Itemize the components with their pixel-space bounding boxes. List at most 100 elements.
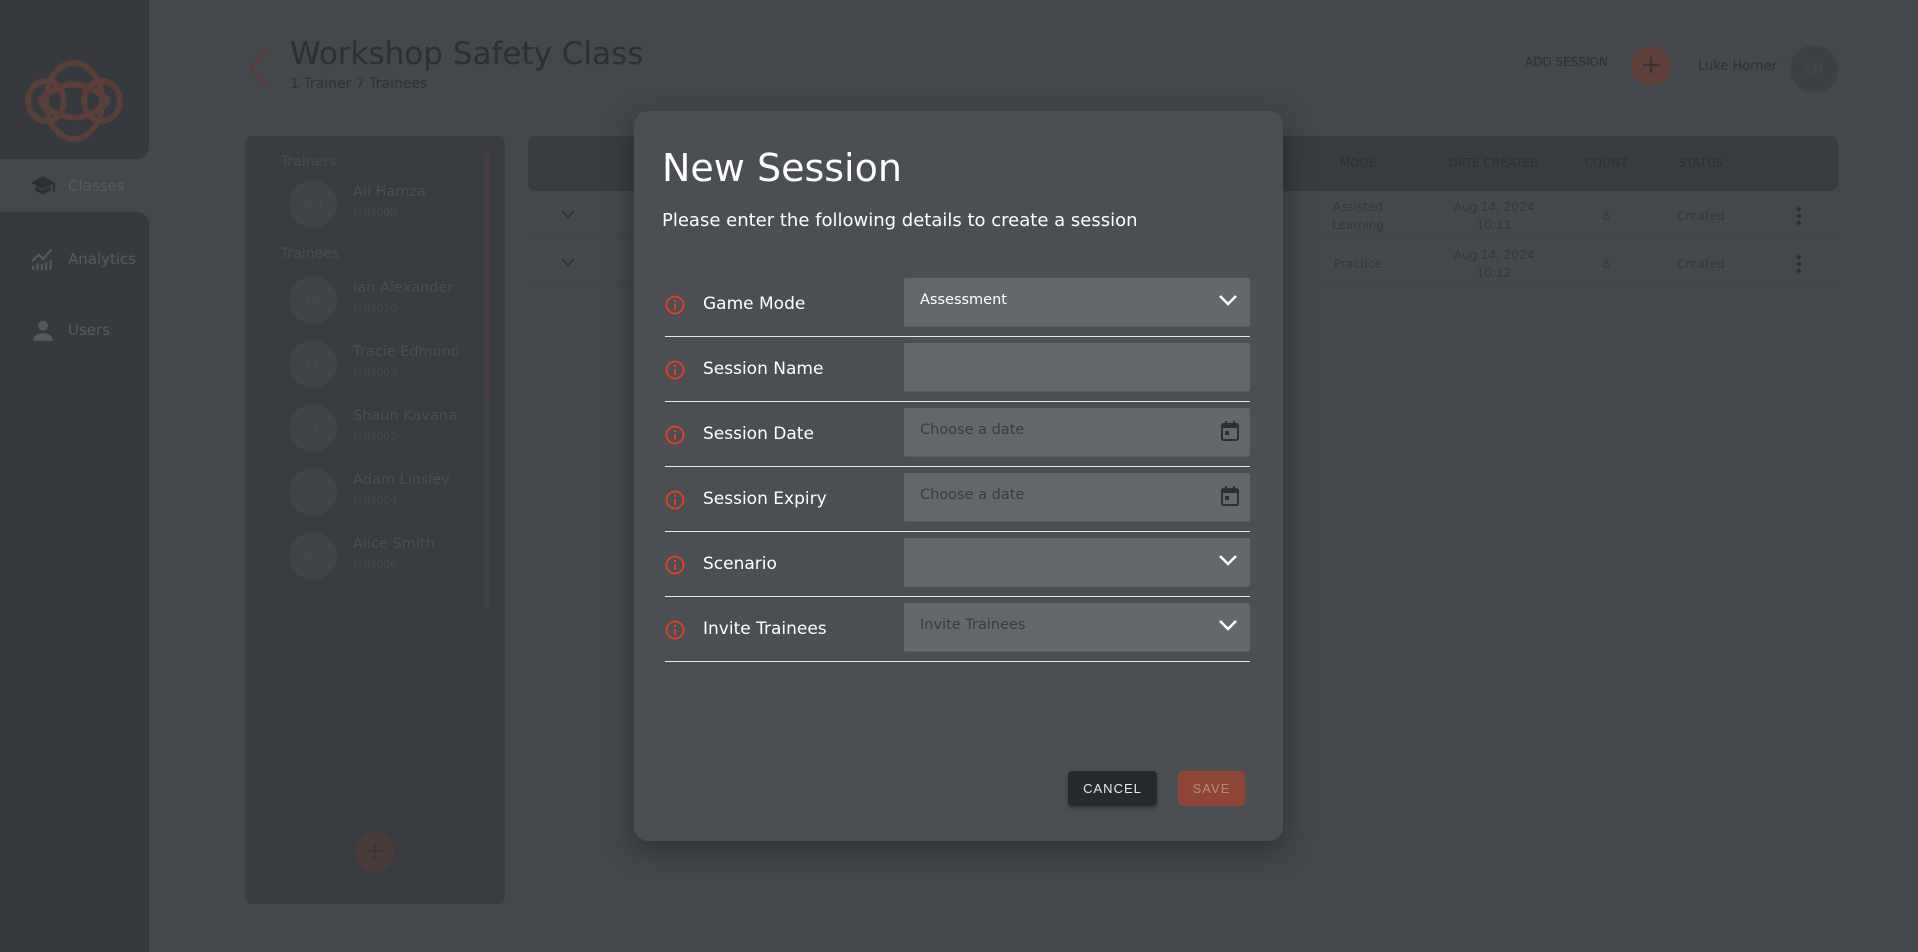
sidebar-item-users[interactable]: Users: [14, 303, 164, 356]
info-icon: [665, 360, 685, 380]
form-row-scenario: Scenario: [665, 532, 1250, 597]
add-session-label[interactable]: ADD SESSION: [1525, 55, 1608, 69]
form-row-game-mode: Game Mode Assessment: [665, 272, 1250, 337]
dialog-title: New Session: [662, 146, 902, 190]
sidebar-item-classes[interactable]: Classes: [14, 159, 164, 212]
calendar-icon[interactable]: [1220, 420, 1240, 442]
field-label: Invite Trainees: [703, 619, 827, 639]
cell-date: Aug 14, 2024 10:12: [1453, 247, 1535, 280]
info-icon: [665, 425, 685, 445]
person-name: Shaun Kavanagh: [353, 408, 458, 424]
members-panel: Trainers AH Ali Hamza LUM008 Trainees IA…: [245, 136, 505, 904]
person-id: LUM009: [353, 366, 398, 379]
cell-mode: Practice: [1334, 256, 1382, 271]
cell-date: Aug 14, 2024 10:11: [1453, 199, 1535, 232]
person-id: LUM004: [353, 494, 398, 507]
person-id: LUM006: [353, 558, 398, 571]
field-label: Session Expiry: [703, 489, 827, 509]
chart-icon: [31, 248, 53, 270]
trainers-heading: Trainers: [281, 154, 337, 170]
cell-mode: Assisted Learning: [1331, 199, 1385, 232]
form-row-session-date: Session Date Choose a date: [665, 402, 1250, 467]
new-session-dialog: New Session Please enter the following d…: [634, 111, 1283, 841]
info-icon: [665, 555, 685, 575]
field-label: Session Date: [703, 424, 814, 444]
sidebar-item-label: Analytics: [68, 249, 137, 268]
save-button[interactable]: SAVE: [1178, 771, 1245, 806]
trainee-item[interactable]: SK Shaun Kavanagh LUM002: [289, 404, 489, 452]
avatar: IA: [289, 276, 337, 324]
column-header[interactable]: MODE: [1340, 156, 1377, 170]
avatar: TE: [289, 340, 337, 388]
cancel-button[interactable]: CANCEL: [1068, 771, 1157, 806]
avatar: AL: [289, 468, 337, 516]
expand-chevron-icon[interactable]: [561, 210, 575, 219]
field-placeholder: Invite Trainees: [920, 617, 1026, 633]
sidebar-item-label: Users: [68, 320, 111, 339]
session-name-input[interactable]: [904, 343, 1250, 391]
sidebar-item-label: Classes: [68, 176, 125, 195]
session-date-input[interactable]: Choose a date: [904, 408, 1250, 456]
form-row-session-expiry: Session Expiry Choose a date: [665, 467, 1250, 532]
field-label: Scenario: [703, 554, 777, 574]
more-options-icon[interactable]: [1796, 254, 1802, 274]
person-name: Ian Alexander: [353, 280, 454, 296]
chevron-down-icon[interactable]: [1218, 293, 1238, 307]
user-avatar[interactable]: LH: [1790, 45, 1838, 93]
field-placeholder: Choose a date: [920, 422, 1025, 438]
game-mode-select[interactable]: Assessment: [904, 278, 1250, 326]
sidebar-item-analytics[interactable]: Analytics: [14, 232, 164, 285]
info-icon: [665, 620, 685, 640]
user-name: Luke Horner: [1698, 59, 1777, 74]
user-icon: [33, 320, 53, 341]
expand-chevron-icon[interactable]: [561, 258, 575, 267]
avatar: AH: [289, 180, 337, 228]
column-header[interactable]: COUNT: [1585, 156, 1628, 170]
trainee-item[interactable]: AL Adam Linsley LUM004: [289, 468, 489, 516]
scrollbar-thumb[interactable]: [484, 152, 489, 402]
field-placeholder: Choose a date: [920, 487, 1025, 503]
trainer-item[interactable]: AH Ali Hamza LUM008: [289, 180, 489, 228]
cell-status: Created: [1677, 208, 1725, 223]
logo-icon: [25, 60, 123, 142]
info-icon: [665, 295, 685, 315]
session-expiry-input[interactable]: Choose a date: [904, 473, 1250, 521]
cell-count: 8: [1602, 208, 1610, 223]
person-name: Tracie Edmonds: [353, 344, 458, 360]
column-header[interactable]: DATE CREATED: [1449, 156, 1540, 170]
add-session-button[interactable]: +: [1631, 46, 1671, 86]
scenario-select[interactable]: [904, 538, 1250, 586]
person-id: LUM010: [353, 302, 398, 315]
chevron-down-icon[interactable]: [1218, 553, 1238, 567]
field-label: Game Mode: [703, 294, 806, 314]
info-icon: [665, 490, 685, 510]
logo-area: [0, 0, 149, 159]
person-id: LUM002: [353, 430, 398, 443]
trainee-item[interactable]: AS Alice Smith LUM006: [289, 532, 489, 580]
cell-status: Created: [1677, 256, 1725, 271]
sidebar: Classes Analytics Users: [0, 0, 164, 952]
form-row-session-name: Session Name: [665, 337, 1250, 402]
add-member-button[interactable]: +: [355, 832, 395, 872]
field-label: Session Name: [703, 359, 824, 379]
dialog-subtitle: Please enter the following details to cr…: [662, 210, 1138, 231]
chevron-down-icon[interactable]: [1218, 618, 1238, 632]
trainees-heading: Trainees: [281, 246, 340, 262]
calendar-icon[interactable]: [1220, 485, 1240, 507]
avatar: AS: [289, 532, 337, 580]
page-title: Workshop Safety Class: [290, 36, 644, 72]
more-options-icon[interactable]: [1796, 206, 1802, 226]
back-chevron-icon[interactable]: [248, 48, 270, 88]
trainee-item[interactable]: IA Ian Alexander LUM010: [289, 276, 489, 324]
trainee-item[interactable]: TE Tracie Edmonds LUM009: [289, 340, 489, 388]
column-header[interactable]: STATUS: [1678, 156, 1723, 170]
person-name: Alice Smith: [353, 536, 435, 552]
cell-count: 8: [1602, 256, 1610, 271]
invite-trainees-select[interactable]: Invite Trainees: [904, 603, 1250, 651]
field-value: Assessment: [920, 292, 1007, 308]
person-id: LUM008: [353, 206, 398, 219]
person-name: Adam Linsley: [353, 472, 450, 488]
page-subtitle: 1 Trainer 7 Trainees: [290, 76, 428, 92]
graduation-cap-icon: [31, 175, 55, 195]
form-row-invite-trainees: Invite Trainees Invite Trainees: [665, 597, 1250, 662]
